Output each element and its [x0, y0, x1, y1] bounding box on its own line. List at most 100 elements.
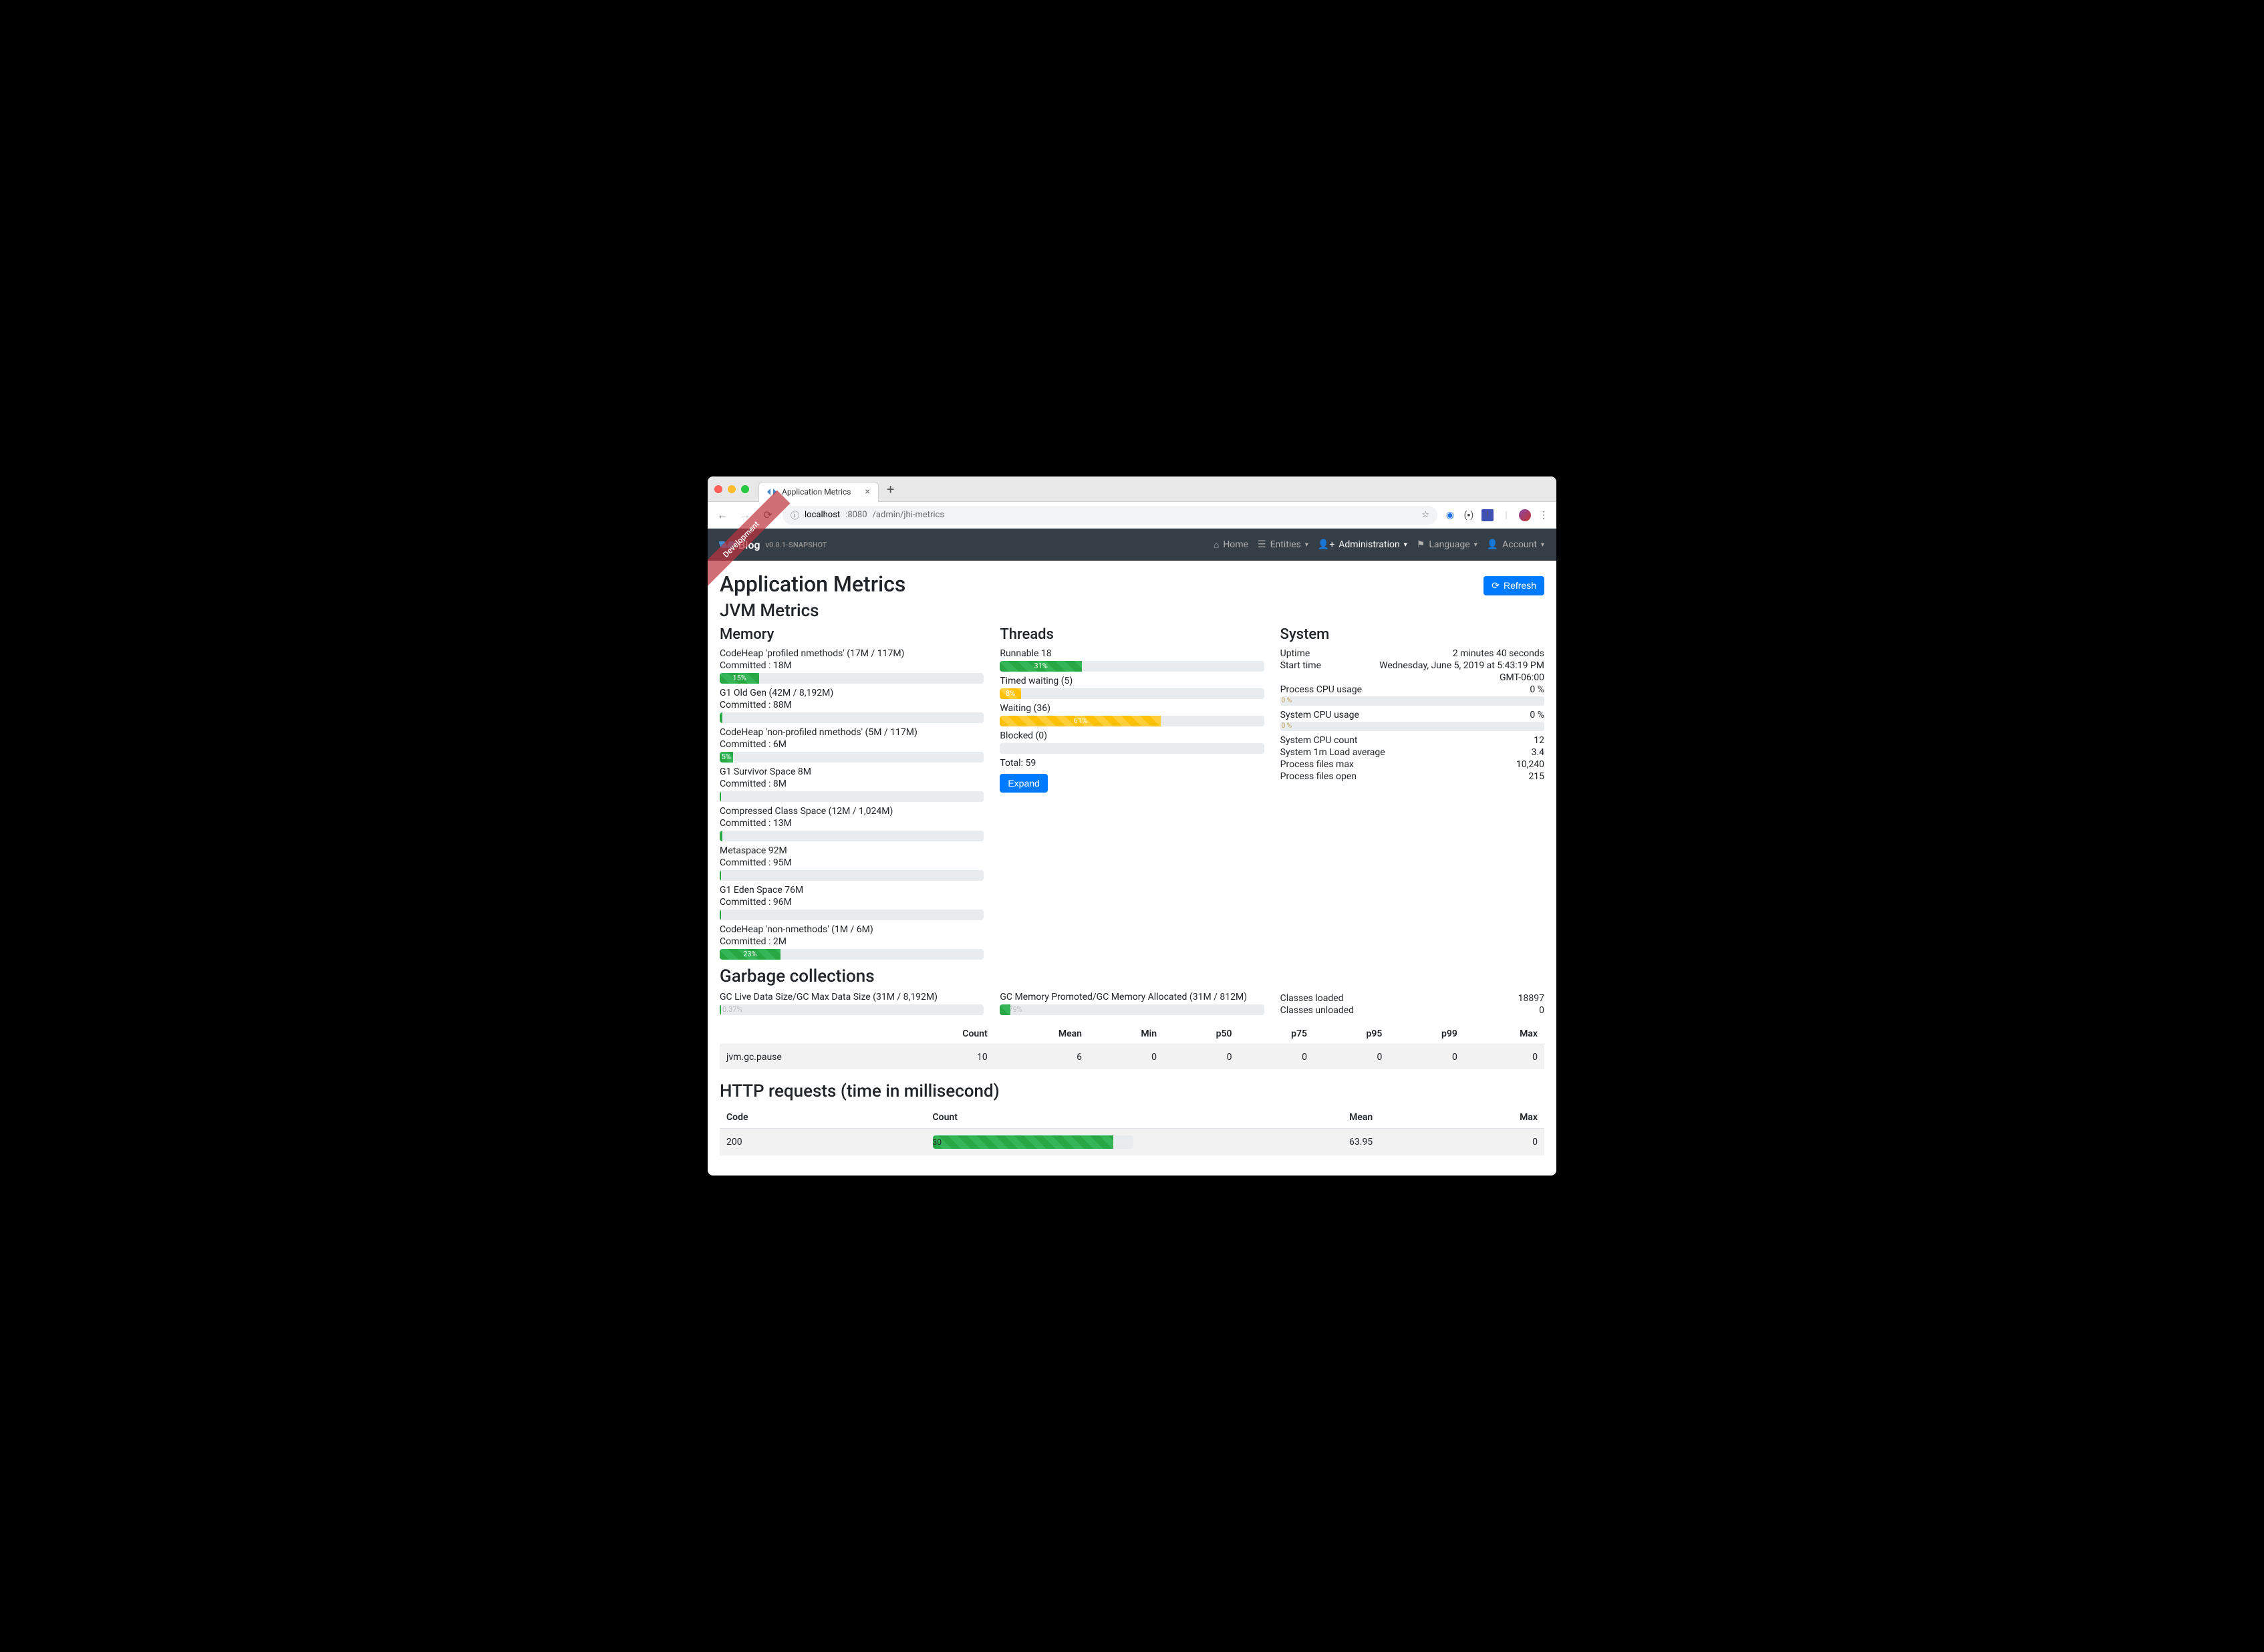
http-count: 30 [933, 1137, 942, 1147]
nav-language[interactable]: ⚑ Language ▾ [1417, 539, 1477, 550]
version-text: v0.0.1-SNAPSHOT [765, 541, 827, 549]
brand-text: Blog [738, 539, 760, 551]
table-row: 200 30 63.95 0 [720, 1129, 1544, 1156]
memory-row-title: CodeHeap 'non-profiled nmethods' (5M / 1… [720, 727, 984, 738]
system-block: System Uptime2 minutes 40 seconds Start … [1280, 626, 1544, 964]
threads-runnable-label: Runnable 18 [1000, 648, 1264, 659]
http-h-mean: Mean [1173, 1107, 1380, 1129]
memory-row-title: Metaspace 92M [720, 845, 984, 856]
ext-icon-2[interactable]: (▪) [1463, 509, 1475, 521]
classes-unloaded-v: 0 [1539, 1005, 1544, 1016]
flag-icon: ⚑ [1417, 539, 1425, 550]
memory-row-committed: Committed : 6M [720, 739, 984, 750]
gc-cell: 0 [1464, 1045, 1544, 1070]
gc-header: p95 [1314, 1023, 1389, 1045]
threads-timed-bar: 8% [1000, 688, 1264, 699]
pcpu-bar: 0 % [1280, 696, 1544, 706]
memory-progress: 5% [720, 752, 984, 763]
threads-runnable-bar: 31% [1000, 661, 1264, 672]
close-window[interactable] [714, 485, 722, 493]
memory-progress: 15% [720, 673, 984, 684]
traffic-lights [714, 485, 749, 493]
tz: GMT-06:00 [1500, 672, 1544, 683]
http-heading: HTTP requests (time in millisecond) [720, 1081, 1544, 1101]
gc-header: Count [896, 1023, 994, 1045]
menu-icon[interactable]: ⋮ [1538, 509, 1550, 521]
memory-block: Memory CodeHeap 'profiled nmethods' (17M… [720, 626, 984, 964]
nav-language-label: Language [1429, 539, 1469, 550]
forward-button[interactable]: → [737, 509, 753, 522]
threads-timed-label: Timed waiting (5) [1000, 676, 1264, 686]
gc-header: p99 [1389, 1023, 1463, 1045]
memory-row-title: CodeHeap 'non-nmethods' (1M / 6M) [720, 924, 984, 935]
memory-progress: 23% [720, 949, 984, 960]
http-max: 0 [1379, 1129, 1544, 1156]
classes-loaded-k: Classes loaded [1280, 993, 1518, 1004]
start-k: Start time [1280, 660, 1379, 671]
gc-live-bar: 0.37% [720, 1004, 984, 1015]
gc-header: Mean [994, 1023, 1089, 1045]
memory-row-title: G1 Old Gen (42M / 8,192M) [720, 688, 984, 698]
threads-heading: Threads [1000, 626, 1264, 643]
new-tab-button[interactable]: + [887, 481, 894, 497]
memory-row-committed: Committed : 95M [720, 857, 984, 868]
chevron-down-icon: ▾ [1305, 541, 1308, 549]
threads-total: Total: 59 [1000, 758, 1264, 769]
memory-progress [720, 712, 984, 723]
toolbar: ← → ⟳ ⓘ localhost:8080/admin/jhi-metrics… [708, 502, 1556, 529]
gc-cell: 0 [1089, 1045, 1163, 1070]
back-button[interactable]: ← [714, 509, 730, 522]
page-title: Application Metrics [720, 571, 905, 597]
gc-header [720, 1023, 896, 1045]
classes-loaded-v: 18897 [1518, 993, 1544, 1004]
maximize-window[interactable] [741, 485, 749, 493]
nav-administration[interactable]: 👤+ Administration ▾ [1318, 539, 1407, 550]
refresh-button[interactable]: ⟳ Refresh [1483, 576, 1544, 595]
uptime-k: Uptime [1280, 648, 1453, 659]
address-bar[interactable]: ⓘ localhost:8080/admin/jhi-metrics ☆ [783, 506, 1437, 525]
memory-progress [720, 831, 984, 841]
tab-title: Application Metrics [782, 487, 851, 497]
memory-row-committed: Committed : 8M [720, 779, 984, 789]
star-icon[interactable]: ☆ [1421, 510, 1429, 520]
minimize-window[interactable] [728, 485, 736, 493]
memory-row-committed: Committed : 18M [720, 660, 984, 671]
close-tab-icon[interactable]: × [865, 487, 870, 497]
http-h-count: Count [926, 1107, 1173, 1129]
gc-row-name: jvm.gc.pause [720, 1045, 896, 1070]
gc-cell: 0 [1163, 1045, 1238, 1070]
memory-row-title: G1 Eden Space 76M [720, 885, 984, 896]
ext-icon-1[interactable]: ◉ [1444, 509, 1456, 521]
extensions: ◉ (▪) ! | ⋮ [1444, 509, 1550, 521]
http-table: Code Count Mean Max 200 30 63.95 0 [720, 1107, 1544, 1155]
cpucount-v: 12 [1534, 735, 1544, 746]
uptime-v: 2 minutes 40 seconds [1453, 648, 1544, 659]
chevron-down-icon: ▾ [1541, 541, 1544, 549]
pcpu-k: Process CPU usage [1280, 684, 1530, 695]
memory-heading: Memory [720, 626, 984, 643]
memory-row-title: Compressed Class Space (12M / 1,024M) [720, 806, 984, 817]
memory-progress [720, 910, 984, 920]
url-port: :8080 [845, 510, 867, 520]
nav-account[interactable]: 👤 Account ▾ [1487, 539, 1544, 550]
info-icon: ⓘ [791, 509, 799, 521]
filesmax-k: Process files max [1280, 759, 1516, 770]
gc-cell: 0 [1314, 1045, 1389, 1070]
threads-blocked-label: Blocked (0) [1000, 730, 1264, 741]
browser-tab[interactable]: Application Metrics × [758, 482, 879, 502]
start-v: Wednesday, June 5, 2019 at 5:43:19 PM [1379, 660, 1544, 671]
nav-administration-label: Administration [1338, 539, 1399, 550]
memory-row-title: CodeHeap 'profiled nmethods' (17M / 117M… [720, 648, 984, 659]
gc-cell: 6 [994, 1045, 1089, 1070]
nav-entities[interactable]: ☰ Entities ▾ [1258, 539, 1308, 550]
brand[interactable]: Blog v0.0.1-SNAPSHOT [720, 539, 827, 551]
load-v: 3.4 [1532, 747, 1544, 758]
gc-promoted-label: GC Memory Promoted/GC Memory Allocated (… [1000, 992, 1264, 1002]
ext-icon-3[interactable]: ! [1481, 509, 1494, 521]
reload-button[interactable]: ⟳ [760, 509, 776, 521]
profile-avatar[interactable] [1519, 509, 1531, 521]
url-path: /admin/jhi-metrics [873, 510, 945, 520]
nav-home[interactable]: ⌂ Home [1214, 539, 1248, 551]
gc-cell: 10 [896, 1045, 994, 1070]
expand-button[interactable]: Expand [1000, 774, 1047, 793]
